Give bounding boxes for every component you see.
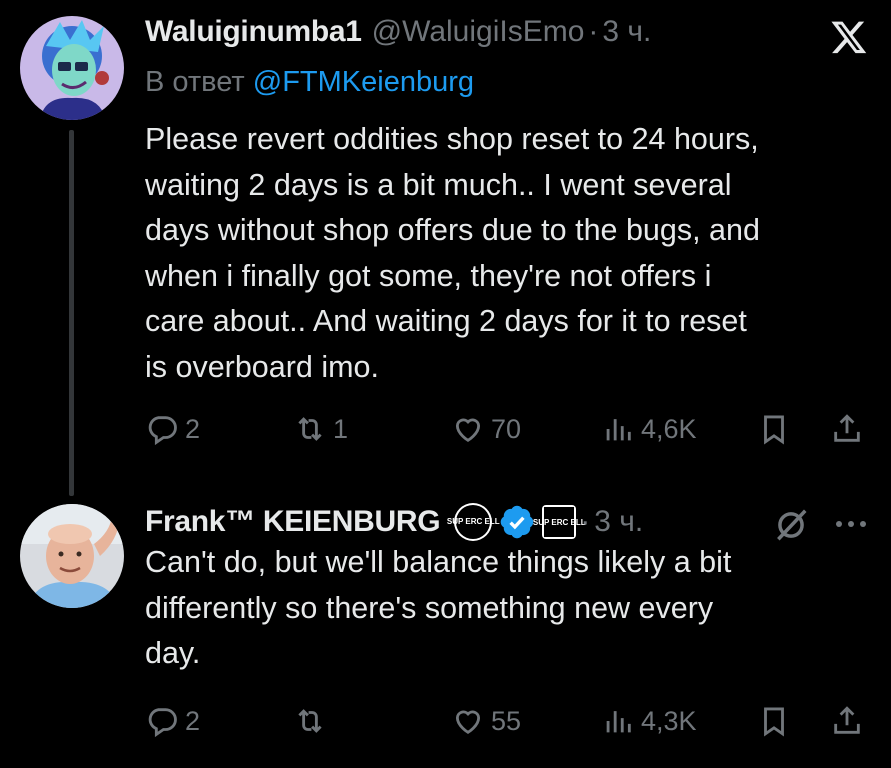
reply-button[interactable]: 2 (145, 408, 200, 450)
share-icon (834, 414, 860, 442)
views-count: 4,6K (641, 413, 697, 444)
avatar-frank-keienburg[interactable] (20, 504, 124, 608)
heart-icon (455, 418, 481, 442)
thread-connector-line (69, 130, 74, 496)
reply-icon (148, 708, 177, 738)
share-button[interactable] (830, 700, 864, 742)
verified-badge-icon[interactable] (500, 505, 534, 539)
bookmark-button[interactable] (757, 700, 791, 742)
like-count: 70 (491, 413, 522, 444)
separator-dot: · (588, 15, 599, 48)
views-icon (606, 711, 631, 733)
reply-prefix: В ответ (145, 66, 245, 98)
views-button[interactable]: 4,6K (601, 408, 697, 450)
share-button[interactable] (830, 408, 864, 450)
reply-context: В ответ @FTMKeienburg (145, 66, 474, 99)
share-icon (834, 706, 860, 734)
reply-mention-link[interactable]: @FTMKeienburg (253, 66, 474, 98)
repost-icon (298, 709, 322, 733)
author-name[interactable]: Waluiginumba1 (145, 15, 362, 49)
supercell-square-badge-icon[interactable]: SUP ERC ELL (533, 505, 586, 539)
bookmark-icon (764, 415, 784, 445)
grok-icon[interactable] (772, 506, 810, 544)
supercell-affiliate-badge-icon[interactable]: SUP ERC ELL (447, 503, 500, 541)
repost-button[interactable]: 1 (293, 408, 348, 450)
square-badge-label: SUP ERC ELL (533, 507, 586, 537)
tweet-text: Can't do, but we'll balance things likel… (145, 545, 732, 670)
views-button[interactable]: 4,3K (601, 700, 697, 742)
views-icon (606, 419, 631, 441)
views-count: 4,3K (641, 705, 697, 736)
like-count: 55 (491, 705, 522, 736)
author-name[interactable]: Frank™ KEIENBURG (145, 505, 441, 539)
x-logo-icon[interactable] (830, 18, 868, 56)
reply-icon (148, 416, 177, 446)
separator-dot: · (580, 505, 591, 538)
tweet-text: Please revert oddities shop reset to 24 … (145, 122, 760, 384)
like-button[interactable]: 55 (451, 700, 521, 742)
bookmark-icon (764, 707, 784, 737)
bookmark-button[interactable] (757, 408, 791, 450)
repost-icon (298, 417, 322, 441)
affiliate-badge-label: SUP ERC ELL (447, 505, 500, 539)
avatar-waluiginumba1[interactable] (20, 16, 124, 120)
more-icon[interactable] (831, 516, 871, 532)
tweet-waluiginumba1[interactable]: Waluiginumba1 @WaluigiIsEmo · 3 ч. В отв… (0, 0, 891, 496)
like-button[interactable]: 70 (451, 408, 521, 450)
reply-count: 2 (185, 413, 201, 444)
tweet-header: Frank™ KEIENBURG SUP ERC ELL SUP ERC ELL… (145, 503, 643, 541)
reply-count: 2 (185, 705, 201, 736)
tweet-timestamp[interactable]: 3 ч. (594, 505, 643, 539)
tweet-header: Waluiginumba1 @WaluigiIsEmo · 3 ч. (145, 14, 651, 50)
repost-count: 1 (333, 413, 349, 444)
tweet-actions: 2 55 4,3K (145, 700, 875, 742)
tweet-actions: 2 1 70 4,6K (145, 408, 875, 450)
heart-icon (455, 710, 481, 734)
tweet-frank-keienburg[interactable]: Frank™ KEIENBURG SUP ERC ELL SUP ERC ELL… (0, 492, 891, 768)
repost-button[interactable] (293, 700, 333, 742)
author-handle[interactable]: @WaluigiIsEmo (372, 15, 585, 49)
tweet-timestamp[interactable]: 3 ч. (602, 15, 651, 49)
reply-button[interactable]: 2 (145, 700, 200, 742)
